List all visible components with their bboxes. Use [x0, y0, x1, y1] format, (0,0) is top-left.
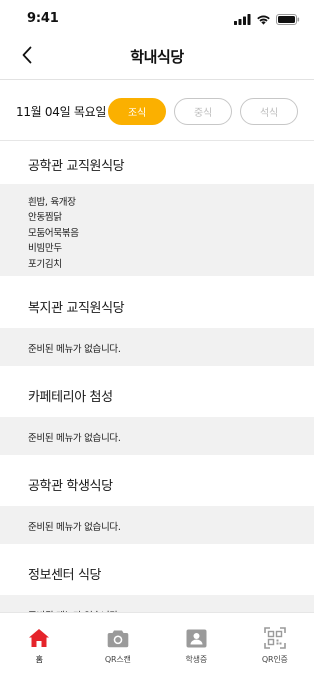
qr-code-icon [263, 627, 286, 649]
tab-qr-auth[interactable]: QR인증 [236, 613, 315, 680]
tab-label: 홈 [35, 655, 43, 664]
tab-label: QR스캔 [104, 655, 131, 664]
status-bar: 9:41 [0, 0, 314, 38]
meal-tab-dinner[interactable]: 석식 [240, 98, 298, 125]
menu-item: 모둠어묵볶음 [28, 227, 79, 239]
id-card-icon [185, 627, 207, 649]
page-title: 학내식당 [130, 48, 184, 66]
wifi-icon [256, 10, 271, 29]
tab-label: 학생증 [185, 655, 208, 664]
cafeteria-name: 카페테리아 첨성 [28, 390, 113, 405]
status-icons [234, 13, 300, 25]
empty-menu-text: 준비된 메뉴가 없습니다. [28, 433, 121, 444]
divider [0, 140, 314, 141]
empty-menu-text: 준비된 메뉴가 없습니다. [28, 522, 121, 533]
menu-item: 흰밥, 육개장 [28, 197, 76, 208]
battery-icon [276, 10, 300, 29]
meal-tab-breakfast[interactable]: 조식 [108, 98, 166, 125]
bottom-tab-bar: 홈 QR스캔 학생증 QR인증 [0, 612, 314, 680]
tab-label: QR인증 [261, 655, 288, 664]
date-label: 11월 04일 목요일 [16, 105, 107, 119]
menu-box: 준비된 메뉴가 없습니다. [0, 506, 314, 544]
meal-tab-lunch[interactable]: 중식 [174, 98, 232, 125]
signal-icon [234, 10, 251, 29]
tab-qr-scan[interactable]: QR스캔 [79, 613, 158, 680]
status-time: 9:41 [27, 11, 59, 26]
cafeteria-name: 공학관 학생식당 [28, 479, 113, 494]
empty-menu-text: 준비된 메뉴가 없습니다. [28, 344, 121, 355]
date-meal-bar: 11월 04일 목요일 조식 중식 석식 [0, 81, 314, 141]
menu-item: 비빔만두 [28, 243, 62, 255]
cafeteria-name: 복지관 교직원식당 [28, 301, 125, 316]
header: 학내식당 [0, 38, 314, 80]
cafeteria-name: 정보센터 식당 [28, 568, 102, 583]
menu-box: 준비된 메뉴가 없습니다. [0, 417, 314, 455]
menu-box: 준비된 메뉴가 없습니다. [0, 328, 314, 366]
menu-box: 흰밥, 육개장 안동찜닭 모둠어묵볶음 비빔만두 포기김치 [0, 184, 314, 276]
camera-icon [107, 627, 129, 649]
cafeteria-name: 공학관 교직원식당 [28, 159, 125, 174]
tab-student-id[interactable]: 학생증 [157, 613, 236, 680]
menu-item: 포기김치 [28, 258, 62, 270]
menu-item: 안동찜닭 [28, 212, 62, 224]
tab-home[interactable]: 홈 [0, 613, 79, 680]
home-icon [28, 627, 50, 649]
menu-list: 흰밥, 육개장 안동찜닭 모둠어묵볶음 비빔만두 포기김치 [0, 184, 314, 272]
